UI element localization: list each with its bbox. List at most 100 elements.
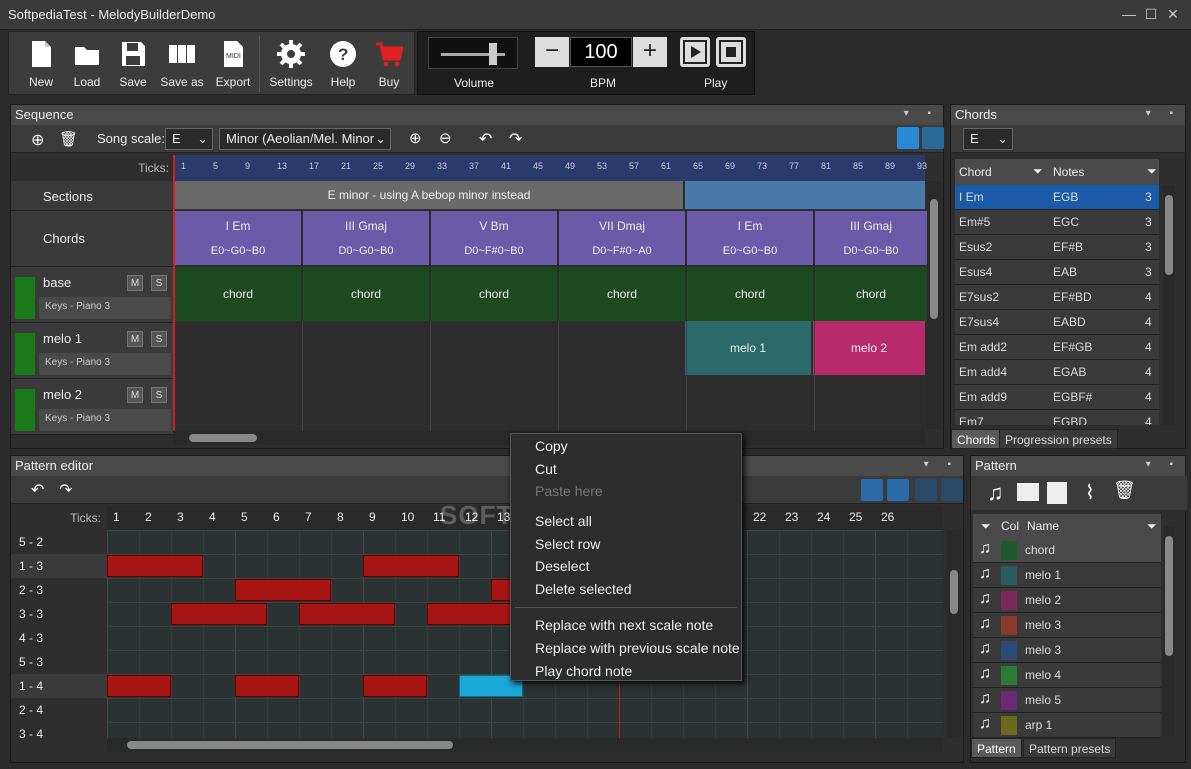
pattern-note[interactable]: [171, 603, 267, 625]
sequence-vscrollbar[interactable]: [927, 181, 941, 429]
pattern-row-label[interactable]: 1 - 4: [11, 674, 107, 698]
pattern-color-swatch[interactable]: [1001, 666, 1017, 685]
menu-item-deselect[interactable]: Deselect: [535, 558, 589, 574]
bpm-decrease-button[interactable]: −: [535, 37, 569, 67]
redo-icon[interactable]: ↷: [59, 480, 72, 500]
panel-pin-icon[interactable]: ▾ ▪: [1146, 108, 1181, 119]
pattern-row-label[interactable]: 5 - 2: [11, 530, 107, 554]
drum-icon[interactable]: [1017, 483, 1039, 501]
save-button[interactable]: Save: [113, 36, 153, 92]
broom-icon[interactable]: ⌇: [1085, 480, 1095, 505]
filter-icon[interactable]: ⏷: [1147, 164, 1157, 179]
panel-pin-icon[interactable]: ▾ ▪: [1146, 459, 1181, 470]
chord-row[interactable]: Em add9 EGBF# 4: [955, 385, 1159, 410]
add-note-icon[interactable]: [861, 479, 883, 501]
menu-item-select-row[interactable]: Select row: [535, 536, 600, 552]
chord-row[interactable]: Em#5 EGC 3: [955, 210, 1159, 235]
pattern-block-chord[interactable]: chord: [431, 267, 557, 321]
pattern-list-row[interactable]: ♫ melo 1: [973, 563, 1161, 588]
pattern-list-vscrollbar[interactable]: [1163, 526, 1175, 736]
section-block[interactable]: E minor - using A bebop minor instead: [175, 181, 683, 209]
trash-icon[interactable]: 🗑: [1113, 480, 1136, 501]
pattern-row-label[interactable]: 4 - 3: [11, 626, 107, 650]
bpm-increase-button[interactable]: +: [633, 37, 667, 67]
add-row-icon[interactable]: [887, 479, 909, 501]
pattern-note[interactable]: [107, 675, 171, 697]
export-button[interactable]: MIDI Export: [213, 36, 253, 92]
pattern-block-chord[interactable]: chord: [815, 267, 927, 321]
pattern-color-swatch[interactable]: [1001, 691, 1017, 710]
volume-slider[interactable]: [428, 37, 518, 69]
pattern-list-row[interactable]: ♫ melo 4: [973, 663, 1161, 688]
pattern-color-swatch[interactable]: [1001, 566, 1017, 585]
pattern-list-row[interactable]: ♫ melo 3: [973, 613, 1161, 638]
chord-row[interactable]: E7sus4 EABD 4: [955, 310, 1159, 335]
filter-icon[interactable]: ⏷: [981, 519, 991, 534]
music-note-icon[interactable]: ♫: [987, 480, 1004, 506]
minimize-icon[interactable]: —: [1118, 4, 1140, 24]
pattern-list-row[interactable]: ♫ chord: [973, 538, 1161, 563]
pattern-block-chord[interactable]: chord: [559, 267, 685, 321]
filter-icon[interactable]: ⏷: [1147, 519, 1157, 534]
playhead[interactable]: [173, 155, 175, 431]
track-header[interactable]: base M S Keys - Piano 3: [11, 267, 173, 323]
play-button[interactable]: [680, 37, 710, 67]
settings-button[interactable]: Settings: [267, 36, 315, 92]
menu-item-cut[interactable]: Cut: [535, 461, 557, 477]
pattern-color-swatch[interactable]: [1001, 541, 1017, 560]
pattern-color-swatch[interactable]: [1001, 591, 1017, 610]
pattern-row-label[interactable]: 3 - 3: [11, 602, 107, 626]
song-mode-select[interactable]: Minor (Aeolian/Mel. Minor ⌄: [219, 128, 391, 150]
sequence-grid[interactable]: E minor - using A bebop minor instead I …: [173, 181, 927, 431]
panel-pin-icon[interactable]: ▾ ▪: [924, 459, 959, 470]
chord-block[interactable]: I Em E0~G0~B0: [687, 211, 813, 265]
buy-button[interactable]: Buy: [369, 36, 409, 92]
chord-block[interactable]: VII Dmaj D0~F#0~A0: [559, 211, 685, 265]
chord-block[interactable]: V Bm D0~F#0~B0: [431, 211, 557, 265]
chord-row[interactable]: Esus2 EF#B 3: [955, 235, 1159, 260]
pattern-note[interactable]: [107, 555, 203, 577]
save-as-button[interactable]: Save as: [159, 36, 205, 92]
undo-icon[interactable]: ↶: [479, 129, 492, 149]
help-button[interactable]: ? Help: [323, 36, 363, 92]
pattern-color-swatch[interactable]: [1001, 641, 1017, 660]
col-color[interactable]: Col: [1001, 519, 1019, 533]
pattern-note[interactable]: [363, 555, 459, 577]
col-notes[interactable]: Notes: [1053, 165, 1084, 179]
add-icon[interactable]: ⊕: [31, 130, 44, 150]
track-header[interactable]: melo 1 M S Keys - Piano 3: [11, 323, 173, 379]
chord-row[interactable]: I Em EGB 3: [955, 185, 1159, 210]
pattern-row-label[interactable]: 2 - 4: [11, 698, 107, 722]
chord-row[interactable]: Em add2 EF#GB 4: [955, 335, 1159, 360]
section-block-empty[interactable]: [685, 181, 925, 209]
pattern-block-melo2[interactable]: melo 2: [813, 321, 925, 375]
stop-button[interactable]: [716, 37, 746, 67]
pattern-row-label[interactable]: 2 - 3: [11, 578, 107, 602]
bpm-value[interactable]: 100: [570, 37, 632, 67]
eraser-tool-icon[interactable]: [941, 479, 963, 501]
mute-button[interactable]: M: [127, 387, 143, 403]
chord-block[interactable]: I Em E0~G0~B0: [175, 211, 301, 265]
pattern-note[interactable]: [427, 603, 523, 625]
menu-item-delete-selected[interactable]: Delete selected: [535, 581, 632, 597]
tab-progression-presets[interactable]: Progression presets: [999, 429, 1118, 449]
chord-row[interactable]: Em7 EGBD 4: [955, 410, 1159, 425]
new-button[interactable]: New: [21, 36, 61, 92]
solo-button[interactable]: S: [151, 331, 167, 347]
pattern-note[interactable]: [363, 675, 427, 697]
pattern-row-label[interactable]: 5 - 3: [11, 650, 107, 674]
pattern-block-chord[interactable]: chord: [303, 267, 429, 321]
tab-pattern-presets[interactable]: Pattern presets: [1023, 738, 1117, 758]
pattern-hscrollbar[interactable]: [107, 738, 943, 752]
pattern-list-row[interactable]: ♫ melo 5: [973, 688, 1161, 713]
col-chord[interactable]: Chord: [959, 165, 992, 179]
pattern-block-chord[interactable]: chord: [687, 267, 813, 321]
menu-item-select-all[interactable]: Select all: [535, 513, 592, 529]
pattern-block-chord[interactable]: chord: [175, 267, 301, 321]
sequence-ruler[interactable]: 1 5 9 13 17 21 25 29 33 37 41 45 49 53 57 61 65 69 73 77 81 8…: [173, 155, 927, 181]
panel-pin-icon[interactable]: ▾ ▪: [904, 108, 939, 119]
load-button[interactable]: Load: [67, 36, 107, 92]
menu-item-play-chord-note[interactable]: Play chord note: [535, 663, 632, 679]
pattern-list-row[interactable]: ♫ arp 1: [973, 713, 1161, 738]
pattern-list-row[interactable]: ♫ melo 3: [973, 638, 1161, 663]
